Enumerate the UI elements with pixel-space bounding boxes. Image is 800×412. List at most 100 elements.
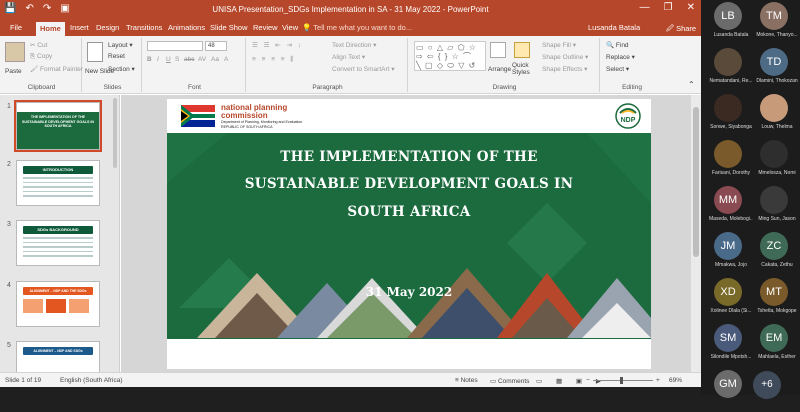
comments-button[interactable]: ▭ Comments: [490, 377, 529, 385]
participant-photo-avatar: [714, 48, 742, 76]
participant-name: Farisani, Dorothy: [711, 170, 751, 176]
share-button[interactable]: 🖉 Share: [666, 23, 696, 36]
font-name-dropdown[interactable]: [147, 41, 203, 51]
participant-tile[interactable]: SM Silondile Mpotsh...: [709, 324, 753, 366]
view-buttons[interactable]: ▭ ▦ ▣ ▶: [536, 377, 607, 385]
paste-button[interactable]: Paste: [5, 68, 22, 75]
participant-name: Dlamini, Thokozan: [756, 78, 798, 84]
participant-tile[interactable]: Nematandani, Re...: [709, 48, 753, 90]
participant-tile[interactable]: Ming Sun, Jason: [755, 186, 799, 228]
slide-title-line-1[interactable]: THE IMPLEMENTATION OF THE: [167, 149, 651, 165]
bold-button[interactable]: B: [147, 56, 152, 63]
close-icon[interactable]: ✕: [687, 2, 695, 13]
align-buttons[interactable]: ≡ ≡ ≡ ≡ ⫼: [252, 56, 295, 64]
convert-smartart-button[interactable]: Convert to SmartArt ▾: [332, 65, 395, 73]
user-name[interactable]: Lusanda Batala: [588, 23, 640, 32]
participant-tile[interactable]: MM Maseda, Molebogi...: [709, 186, 753, 228]
tab-animations[interactable]: Animations: [168, 23, 205, 32]
cut-button[interactable]: ✂ Cut: [30, 41, 47, 49]
thumbnail-slide-4[interactable]: ALIGNMENT – NDP AND THE SDGs: [16, 281, 100, 327]
zoom-in-button[interactable]: +: [656, 377, 660, 384]
powerpoint-window: 💾 ↶ ↷ ▣ UNISA Presentation_SDGs Implemen…: [0, 0, 701, 387]
shape-outline-button[interactable]: Shape Outline ▾: [542, 53, 588, 61]
minimize-icon[interactable]: —: [640, 2, 650, 13]
participant-tile[interactable]: TM Mokone, Thanyo...: [755, 2, 799, 44]
participant-tile[interactable]: TD Dlamini, Thokozan: [755, 48, 799, 90]
participant-initials-avatar: EM: [760, 324, 788, 352]
shadow-button[interactable]: S: [175, 56, 179, 63]
zoom-level[interactable]: 69%: [669, 377, 682, 384]
scrollbar-thumb[interactable]: [693, 107, 699, 257]
thumbnail-slide-1[interactable]: THE IMPLEMENTATION OF THE SUSTAINABLE DE…: [14, 100, 102, 152]
reset-button[interactable]: Reset: [108, 53, 125, 60]
new-slide-icon: [87, 42, 103, 62]
zoom-slider-handle[interactable]: [620, 377, 623, 384]
align-text-button[interactable]: Align Text ▾: [332, 53, 365, 61]
notes-button[interactable]: ≡ Notes: [455, 377, 478, 384]
zoom-out-button[interactable]: −: [586, 377, 590, 384]
copy-button[interactable]: ⎘ Copy: [30, 53, 52, 61]
list-buttons[interactable]: ☰ ☰ ⇤ ⇥ ↕: [252, 41, 303, 49]
participant-tile[interactable]: Mmelosza, Nomi: [755, 140, 799, 182]
drawing-label: Drawing: [492, 84, 517, 91]
change-case-button[interactable]: Aa: [211, 56, 219, 63]
underline-button[interactable]: U: [166, 56, 171, 63]
tab-home[interactable]: Home: [36, 22, 65, 36]
participant-tile[interactable]: Louw, Thelma: [755, 94, 799, 136]
shapes-gallery[interactable]: ▭ ○ △ ▱ ⬠ ☆ ⇨ ⇦ { } ☆ ⌒ ╲ ▢ ◇ ⬭ ▽ ↺: [414, 41, 486, 71]
thumb-number: 5: [7, 342, 11, 349]
tab-slide-show[interactable]: Slide Show: [210, 23, 248, 32]
drawing-group: ▭ ○ △ ▱ ⬠ ☆ ⇨ ⇦ { } ☆ ⌒ ╲ ▢ ◇ ⬭ ▽ ↺ Arrang…: [410, 38, 600, 92]
participant-name: Silondile Mpotsh...: [710, 354, 752, 360]
thumbnail-slide-3[interactable]: SDGs BACKGROUND: [16, 220, 100, 266]
font-color-button[interactable]: A: [224, 56, 228, 63]
tab-review[interactable]: Review: [253, 23, 278, 32]
participant-tile[interactable]: GM: [709, 370, 753, 412]
char-spacing-button[interactable]: AV: [198, 56, 206, 63]
thumbnail-scrollbar[interactable]: [113, 98, 117, 168]
participant-tile[interactable]: LB Lusanda Batala: [709, 2, 753, 44]
org-subtitle-line-2: REPUBLIC OF SOUTH AFRICA: [221, 124, 273, 129]
quick-styles-button[interactable]: Quick Styles: [512, 62, 542, 76]
arrange-button[interactable]: Arrange: [488, 66, 511, 73]
find-button[interactable]: 🔍 Find: [606, 41, 629, 49]
slide-title-line-2[interactable]: SUSTAINABLE DEVELOPMENT GOALS IN: [167, 176, 651, 192]
slide-header: national planning commission Department …: [167, 99, 651, 133]
zoom-slider[interactable]: [593, 380, 653, 381]
replace-button[interactable]: Replace ▾: [606, 53, 635, 61]
thumbnail-slide-2[interactable]: INTRODUCTION: [16, 160, 100, 206]
shape-fill-button[interactable]: Shape Fill ▾: [542, 41, 576, 49]
participant-tile[interactable]: MT Tshetla, Mokgope: [755, 278, 799, 320]
select-button[interactable]: Select ▾: [606, 65, 629, 73]
slide-date[interactable]: 31 May 2022: [167, 285, 651, 299]
format-painter-button[interactable]: 🖌 Format Painter: [30, 65, 83, 73]
thumbnail-slide-5[interactable]: ALIGNMENT – NDP AND SDGs: [16, 341, 100, 375]
tab-insert[interactable]: Insert: [70, 23, 89, 32]
current-slide[interactable]: national planning commission Department …: [167, 99, 651, 369]
tab-file[interactable]: File: [10, 23, 22, 32]
participant-tile[interactable]: XD Xolinee Dlala (Si...: [709, 278, 753, 320]
participant-initials-avatar: TM: [760, 2, 788, 30]
tab-transitions[interactable]: Transitions: [126, 23, 162, 32]
participant-tile[interactable]: JM Mmakwa, Jojo: [709, 232, 753, 274]
shape-effects-button[interactable]: Shape Effects ▾: [542, 65, 587, 73]
participant-tile[interactable]: ZC Cakata, Zethu: [755, 232, 799, 274]
participant-tile[interactable]: Farisani, Dorothy: [709, 140, 753, 182]
participant-tile[interactable]: Sonwe, Siyabonga: [709, 94, 753, 136]
italic-button[interactable]: I: [157, 56, 159, 63]
tab-design[interactable]: Design: [96, 23, 119, 32]
strikethrough-button[interactable]: abc: [184, 56, 194, 63]
font-size-dropdown[interactable]: 48: [205, 41, 227, 51]
layout-button[interactable]: Layout ▾: [108, 41, 133, 49]
text-direction-button[interactable]: Text Direction ▾: [332, 41, 376, 49]
slide-scrollbar[interactable]: [691, 95, 701, 372]
tab-view[interactable]: View: [282, 23, 298, 32]
language-indicator[interactable]: English (South Africa): [60, 377, 123, 384]
collapse-ribbon-icon[interactable]: ⌃: [688, 80, 695, 89]
tell-me-search[interactable]: 💡 Tell me what you want to do...: [302, 23, 412, 32]
thumb-number: 4: [7, 282, 11, 289]
restore-icon[interactable]: ❐: [664, 2, 673, 13]
participant-tile[interactable]: EM Mahlaela, Esther: [755, 324, 799, 366]
section-button[interactable]: Section ▾: [108, 65, 135, 73]
slide-title-line-3[interactable]: SOUTH AFRICA: [167, 204, 651, 220]
